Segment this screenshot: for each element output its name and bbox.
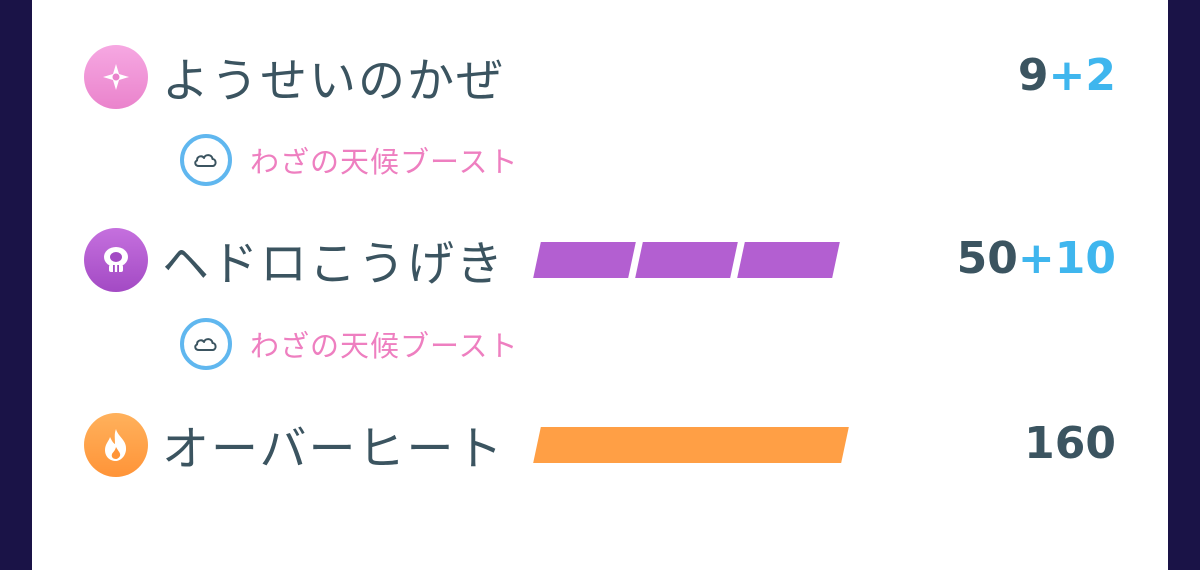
energy-bar <box>635 242 738 278</box>
energy-bar <box>533 427 849 463</box>
fairy-icon <box>84 45 148 109</box>
fire-icon <box>84 413 148 477</box>
power-base: 50 <box>956 233 1018 284</box>
move-power: 160 <box>1024 418 1116 469</box>
move-name: オーバーヒート <box>162 422 505 477</box>
cloud-icon <box>180 318 232 370</box>
energy-bar <box>533 242 636 278</box>
cloud-icon <box>180 134 232 186</box>
weather-boost-row: わざの天候ブースト <box>180 314 519 374</box>
energy-bar-group <box>533 427 849 463</box>
move-power: 9+2 <box>1018 50 1116 101</box>
move-row-overheat[interactable]: オーバーヒート 160 <box>32 400 1168 490</box>
weather-boost-row: わざの天候ブースト <box>180 130 519 190</box>
move-name: ようせいのかぜ <box>162 54 505 109</box>
move-list-panel: ようせいのかぜ 9+2 わざの天候ブースト ヘドロこうげき 50+10 わざの天… <box>32 0 1168 570</box>
power-base: 9 <box>1017 50 1049 101</box>
power-bonus: +10 <box>1017 233 1116 284</box>
weather-boost-label: わざの天候ブースト <box>250 329 519 363</box>
weather-boost-label: わざの天候ブースト <box>250 145 519 179</box>
move-row-sludge-bomb[interactable]: ヘドロこうげき 50+10 <box>32 215 1168 305</box>
energy-bar-group <box>533 242 840 278</box>
move-power: 50+10 <box>957 233 1116 284</box>
power-base: 160 <box>1024 418 1116 469</box>
power-bonus: +2 <box>1048 50 1116 101</box>
move-name: ヘドロこうげき <box>162 237 505 292</box>
move-row-fairy-wind[interactable]: ようせいのかぜ 9+2 <box>32 32 1168 122</box>
energy-bar <box>737 242 840 278</box>
poison-icon <box>84 228 148 292</box>
